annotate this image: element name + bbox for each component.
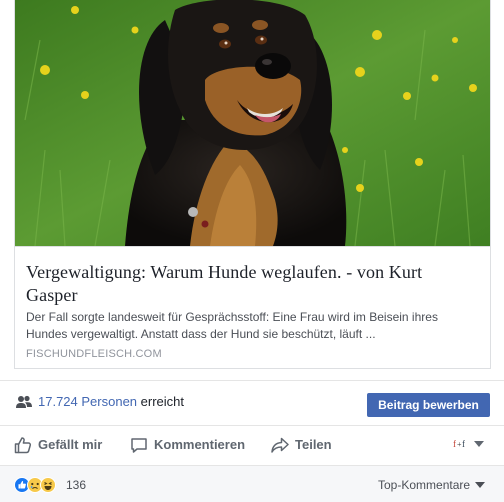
reach-text: 17.724 Personen erreicht xyxy=(38,394,184,410)
like-button[interactable]: Gefällt mir xyxy=(14,435,102,455)
svg-text:f: f xyxy=(462,439,465,449)
link-preview-domain: FISCHUNDFLEISCH.COM xyxy=(26,348,162,360)
reach-count-link[interactable]: 17.724 Personen xyxy=(38,394,137,409)
comment-sort-label: Top-Kommentare xyxy=(378,478,471,492)
reach-label: erreicht xyxy=(140,394,185,409)
link-preview-image[interactable] xyxy=(15,0,490,246)
link-preview-body[interactable]: Vergewaltigung: Warum Hunde weglaufen. -… xyxy=(15,246,490,368)
comment-label: Kommentieren xyxy=(154,437,246,452)
people-icon xyxy=(16,395,32,408)
post-as-selector[interactable]: f + f xyxy=(452,436,484,452)
reaction-icons[interactable] xyxy=(14,477,64,493)
link-preview-card[interactable]: Vergewaltigung: Warum Hunde weglaufen. -… xyxy=(14,0,491,369)
chevron-down-icon xyxy=(474,441,484,447)
svg-text:f: f xyxy=(453,439,456,449)
facebook-post: Vergewaltigung: Warum Hunde weglaufen. -… xyxy=(0,0,504,502)
share-label: Teilen xyxy=(295,437,332,452)
post-actions: Gefällt mir Kommentieren Teilen f + f xyxy=(0,425,504,465)
dog-photo xyxy=(15,0,490,246)
page-avatar-icon: f + f xyxy=(452,436,468,452)
reach-row: 17.724 Personen erreicht Beitrag bewerbe… xyxy=(0,380,504,425)
like-label: Gefällt mir xyxy=(38,437,103,452)
comment-sort-selector[interactable]: Top-Kommentare xyxy=(378,477,486,493)
promote-post-button[interactable]: Beitrag bewerben xyxy=(367,393,490,417)
link-preview-description: Der Fall sorgte landesweit für Gesprächs… xyxy=(26,310,438,341)
reaction-count[interactable]: 136 xyxy=(66,478,86,492)
share-icon xyxy=(271,437,289,453)
comment-icon xyxy=(131,438,147,453)
thumbs-up-icon xyxy=(14,437,32,454)
share-button[interactable]: Teilen xyxy=(271,435,332,455)
comment-button[interactable]: Kommentieren xyxy=(130,435,245,455)
link-preview-title[interactable]: Vergewaltigung: Warum Hunde weglaufen. -… xyxy=(26,261,478,307)
chevron-down-icon xyxy=(475,482,486,488)
haha-reaction-icon xyxy=(40,477,56,493)
reactions-summary: 136 Top-Kommentare xyxy=(0,465,504,502)
